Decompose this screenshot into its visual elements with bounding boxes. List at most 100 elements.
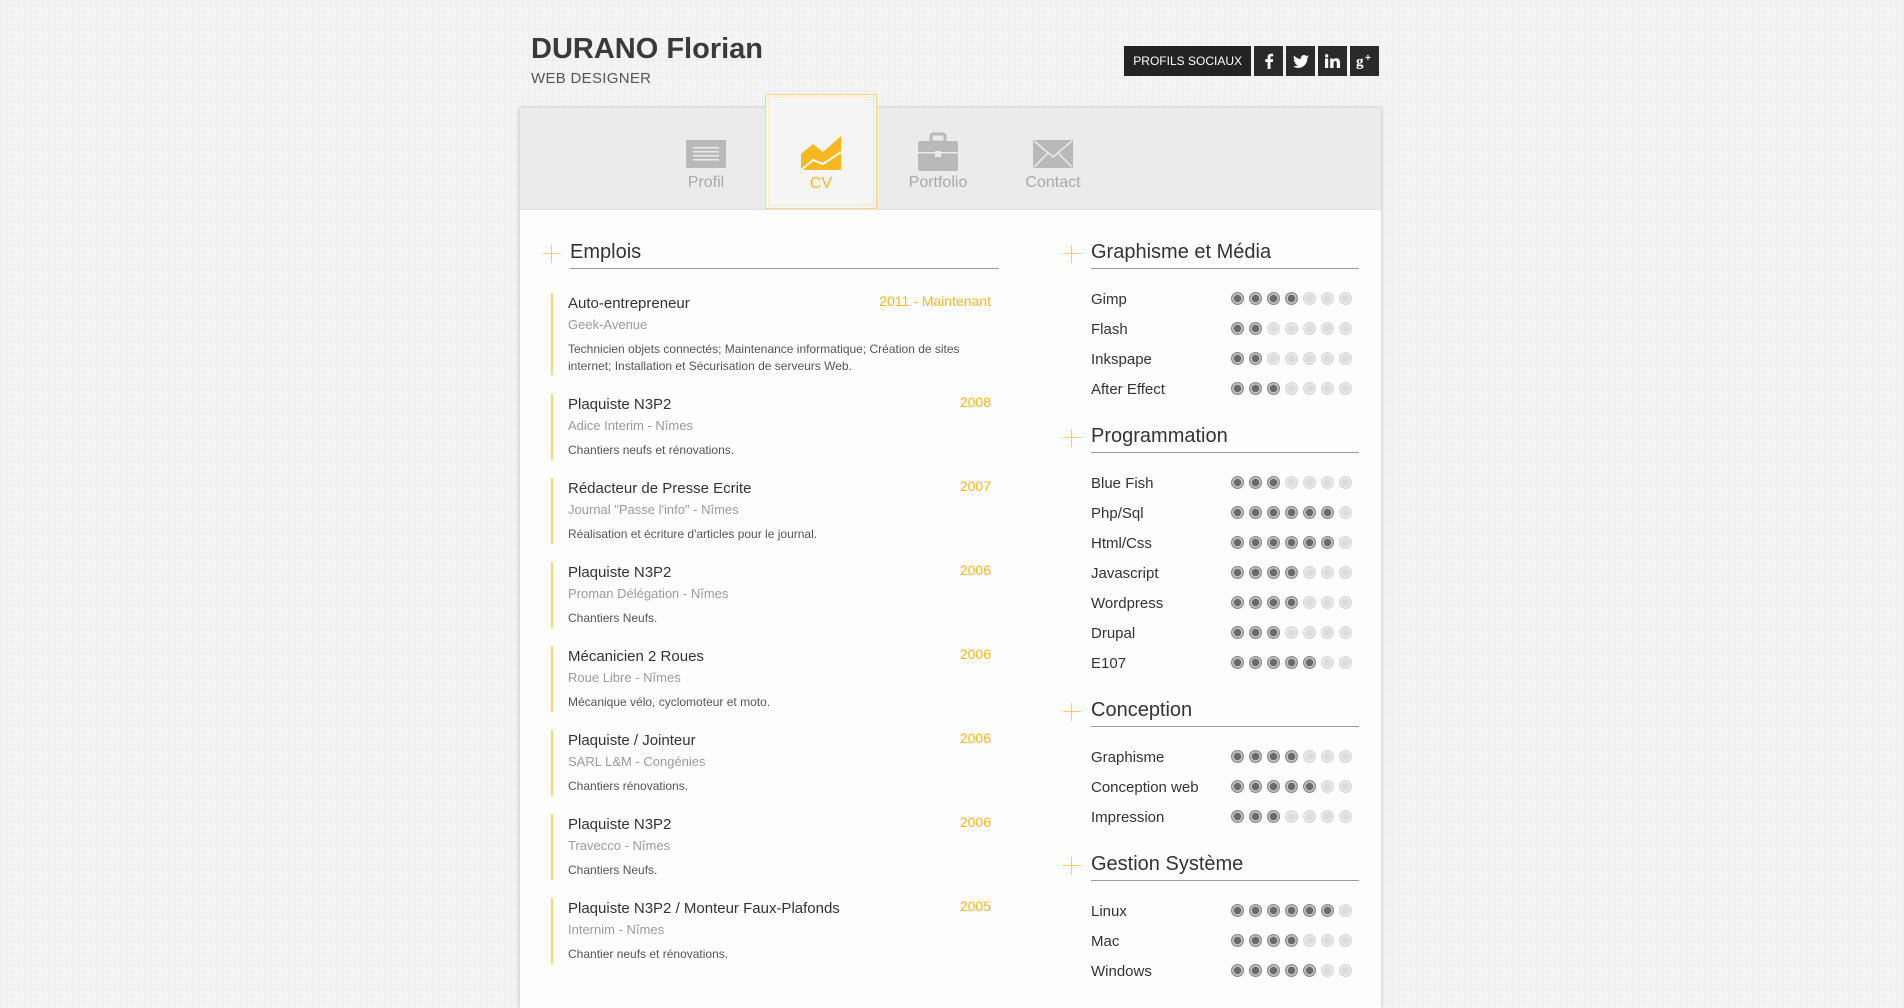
skill-row: Flash <box>1091 319 1361 339</box>
section-plus-icon <box>1063 245 1081 263</box>
skill-level-dot <box>1231 750 1244 763</box>
skill-level-dot <box>1303 506 1316 519</box>
skill-row: After Effect <box>1091 379 1361 399</box>
skill-name: Windows <box>1091 963 1152 980</box>
skill-level-dot <box>1303 656 1316 669</box>
job-title: Plaquiste N3P2 <box>568 816 672 833</box>
job-entry: Rédacteur de Presse Ecrite 2007 Journal "P… <box>551 478 995 544</box>
skill-level-dot <box>1249 596 1262 609</box>
job-date: 2006 <box>959 646 991 662</box>
page-subtitle: WEB DESIGNER <box>531 70 652 87</box>
skill-rating <box>1231 352 1352 365</box>
section-title-emplois: Emplois <box>570 239 999 269</box>
skill-rating <box>1231 750 1352 763</box>
skill-level-dot <box>1285 964 1298 977</box>
facebook-icon[interactable] <box>1254 46 1283 76</box>
skill-level-dot <box>1303 322 1316 335</box>
skill-level-dot <box>1285 476 1298 489</box>
job-entry: Auto-entrepreneur 2011 - Maintenant Geek-A… <box>551 293 995 375</box>
skill-level-dot <box>1231 506 1244 519</box>
skill-level-dot <box>1303 292 1316 305</box>
job-company: Geek-Avenue <box>568 317 648 332</box>
skill-level-dot <box>1321 656 1334 669</box>
skill-level-dot <box>1249 810 1262 823</box>
job-title: Plaquiste N3P2 <box>568 564 672 581</box>
skill-name: Drupal <box>1091 625 1136 642</box>
skill-level-dot <box>1321 626 1334 639</box>
skill-name: Conception web <box>1091 779 1199 796</box>
tab-contact-label: Contact <box>1025 174 1081 191</box>
skill-level-dot <box>1249 780 1262 793</box>
skill-level-dot <box>1249 322 1262 335</box>
skill-row: Javascript <box>1091 563 1361 583</box>
skill-level-dot <box>1285 750 1298 763</box>
skill-level-dot <box>1285 506 1298 519</box>
tab-profil[interactable]: Profil <box>650 108 762 209</box>
skill-level-dot <box>1339 352 1352 365</box>
skill-level-dot <box>1321 904 1334 917</box>
skill-rating <box>1231 322 1352 335</box>
skill-level-dot <box>1231 626 1244 639</box>
section-plus-icon <box>1063 703 1081 721</box>
skill-level-dot <box>1303 352 1316 365</box>
skill-rating <box>1231 904 1352 917</box>
job-company: Roue Libre - Nîmes <box>568 670 681 685</box>
job-title: Plaquiste N3P2 / Monteur Faux-Plafonds <box>568 900 840 917</box>
envelope-icon <box>1033 140 1073 168</box>
tab-portfolio[interactable]: Portfolio <box>882 108 994 209</box>
skill-level-dot <box>1249 352 1262 365</box>
job-company: Adice Interim - Nîmes <box>568 418 693 433</box>
skill-level-dot <box>1321 476 1334 489</box>
skill-level-dot <box>1303 780 1316 793</box>
skill-level-dot <box>1267 536 1280 549</box>
skill-level-dot <box>1231 656 1244 669</box>
job-description: Chantiers neufs et rénovations. <box>568 443 735 457</box>
skill-level-dot <box>1231 476 1244 489</box>
section-plus-icon <box>1063 429 1081 447</box>
linkedin-icon[interactable] <box>1318 46 1347 76</box>
skill-level-dot <box>1231 934 1244 947</box>
tab-profil-label: Profil <box>687 174 725 191</box>
job-description: Technicien objets connectés; Maintenance… <box>568 342 960 373</box>
skill-rating <box>1231 964 1352 977</box>
job-company: Journal "Passe l'info" - Nîmes <box>568 502 739 517</box>
skill-level-dot <box>1303 810 1316 823</box>
skill-level-dot <box>1303 382 1316 395</box>
tab-cv[interactable]: CV <box>765 94 877 209</box>
skill-rating <box>1231 934 1352 947</box>
skill-name: Linux <box>1091 903 1127 920</box>
skill-level-dot <box>1321 964 1334 977</box>
skill-level-dot <box>1321 536 1334 549</box>
skill-row: Windows <box>1091 961 1361 981</box>
skill-level-dot <box>1321 382 1334 395</box>
skill-row: Php/Sql <box>1091 503 1361 523</box>
skill-level-dot <box>1267 934 1280 947</box>
skill-level-dot <box>1285 596 1298 609</box>
skill-row: Gimp <box>1091 289 1361 309</box>
skill-level-dot <box>1285 352 1298 365</box>
skill-level-dot <box>1303 626 1316 639</box>
social-profiles: PROFILS SOCIAUX g + <box>1124 46 1379 76</box>
job-date: 2011 - Maintenant <box>879 293 991 309</box>
skill-level-dot <box>1285 626 1298 639</box>
twitter-icon[interactable] <box>1286 46 1315 76</box>
svg-text:+: + <box>1365 53 1371 64</box>
section-title-skills: Programmation <box>1091 423 1359 453</box>
skill-row: Linux <box>1091 901 1361 921</box>
skill-level-dot <box>1267 322 1280 335</box>
job-entry: Plaquiste / Jointeur 2006 SARL L&M - Congé… <box>551 730 995 796</box>
skill-level-dot <box>1339 750 1352 763</box>
skill-level-dot <box>1285 656 1298 669</box>
skill-name: Blue Fish <box>1091 475 1154 492</box>
job-description: Chantiers rénovations. <box>568 779 689 793</box>
job-company: Travecco - Nîmes <box>568 838 671 853</box>
skill-rating <box>1231 810 1352 823</box>
skill-level-dot <box>1231 382 1244 395</box>
skill-level-dot <box>1285 934 1298 947</box>
skill-level-dot <box>1231 292 1244 305</box>
section-plus-icon <box>1063 857 1081 875</box>
skill-level-dot <box>1249 964 1262 977</box>
skill-name: Wordpress <box>1091 595 1164 612</box>
google-plus-icon[interactable]: g + <box>1350 46 1379 76</box>
tab-contact[interactable]: Contact <box>997 108 1109 209</box>
